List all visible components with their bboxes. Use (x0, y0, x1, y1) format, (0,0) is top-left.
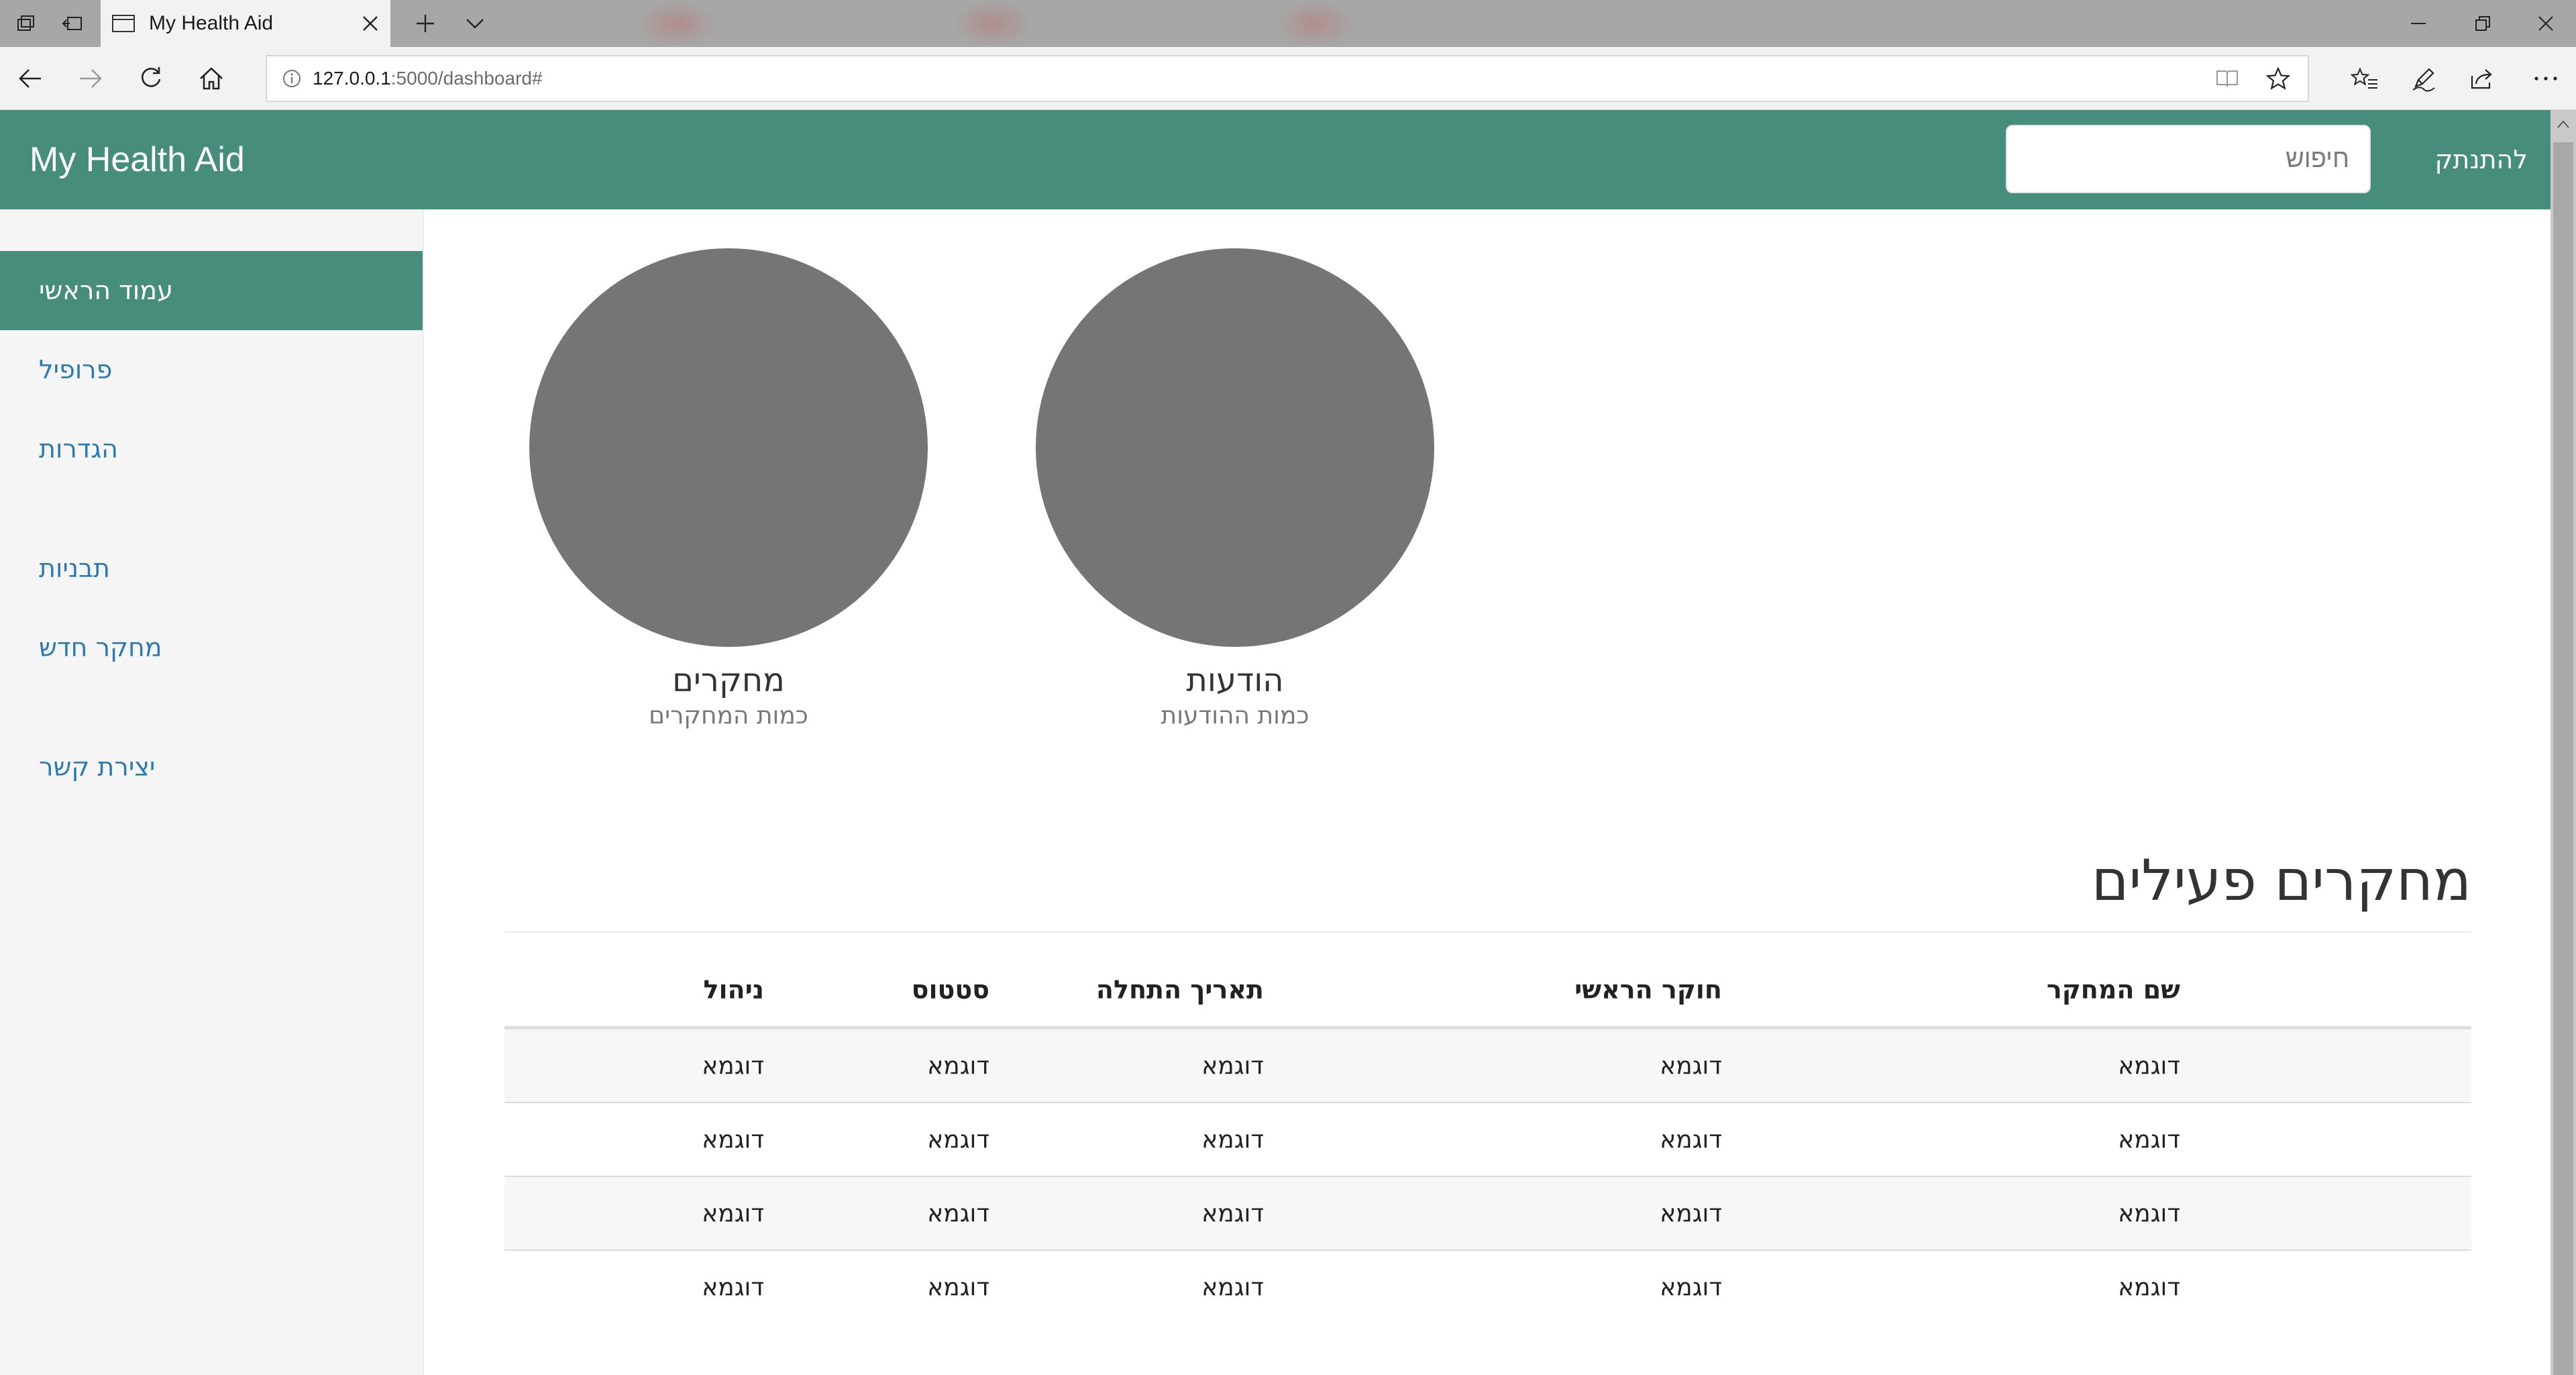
pen-icon[interactable] (2394, 47, 2454, 110)
reading-view-icon[interactable] (2215, 68, 2239, 89)
forward-arrow-icon[interactable] (60, 47, 121, 110)
stat-title: מחקרים (672, 662, 785, 699)
address-bar[interactable]: 127.0.0.1:5000/dashboard# (266, 55, 2309, 102)
cell-start-date: דוגמא (1201, 1126, 1264, 1154)
table-header-row: שם המחקר חוקר הראשי תאריך התחלה סטטוס ני… (504, 953, 2471, 1028)
url-text[interactable]: 127.0.0.1:5000/dashboard# (313, 68, 543, 89)
more-options-icon[interactable] (2516, 47, 2576, 110)
section-divider (504, 931, 2471, 933)
new-tab-icon[interactable] (407, 0, 444, 47)
set-tabs-aside-icon[interactable] (54, 0, 91, 47)
tab-title: My Health Aid (149, 12, 274, 34)
sidebar-item-new-research[interactable]: מחקר חדש (0, 608, 423, 687)
sidebar-item-templates[interactable]: תבניות (0, 529, 423, 608)
column-header-status: סטטוס (911, 975, 989, 1005)
browser-tab-strip: My Health Aid (0, 0, 2576, 47)
stat-researches: מחקרים כמות המחקרים (527, 248, 930, 733)
search-input[interactable] (2006, 125, 2371, 193)
page-scrollbar[interactable] (2551, 110, 2576, 1375)
minimize-icon[interactable] (2388, 0, 2449, 47)
cell-name: דוגמא (2118, 1200, 2180, 1227)
stat-subtitle: כמות ההודעות (1161, 702, 1309, 729)
table-row: דוגמא דוגמא דוגמא דוגמא דוגמא (504, 1250, 2471, 1323)
restore-icon[interactable] (2453, 0, 2513, 47)
site-info-icon[interactable] (282, 68, 302, 89)
stat-circle-image (1036, 248, 1434, 647)
cell-lead-researcher: דוגמא (1660, 1126, 1722, 1154)
stat-title: הודעות (1186, 662, 1284, 699)
url-host: 127.0.0.1 (313, 68, 391, 89)
url-path: :5000/dashboard# (390, 68, 543, 89)
browser-toolbar: 127.0.0.1:5000/dashboard# (0, 47, 2576, 110)
cell-start-date: דוגמא (1201, 1200, 1264, 1227)
back-arrow-icon[interactable] (0, 47, 60, 110)
sidebar-item-settings[interactable]: הגדרות (0, 409, 423, 489)
sidebar-item-profile[interactable]: פרופיל (0, 330, 423, 409)
cell-management[interactable]: דוגמא (702, 1103, 764, 1177)
sidebar: עמוד הראשי פרופיל הגדרות תבניות מחקר חדש… (0, 209, 424, 1375)
section-title: מחקרים פעילים (2091, 848, 2471, 913)
home-icon[interactable] (181, 47, 241, 110)
cell-start-date: דוגמא (1201, 1052, 1264, 1080)
sidebar-item-contact[interactable]: יצירת קשר (0, 727, 423, 807)
column-header-lead-researcher: חוקר הראשי (1574, 975, 1722, 1005)
stat-messages: הודעות כמות ההודעות (1034, 248, 1436, 733)
signout-link[interactable]: להתנתק (2434, 110, 2528, 209)
refresh-icon[interactable] (121, 47, 181, 110)
active-researches-table: שם המחקר חוקר הראשי תאריך התחלה סטטוס ני… (504, 953, 2471, 1323)
share-icon[interactable] (2453, 47, 2513, 110)
stat-subtitle: כמות המחקרים (649, 702, 808, 729)
stat-circle-image (529, 248, 928, 647)
cell-name: דוגמא (2118, 1274, 2180, 1301)
app-navbar: My Health Aid להתנתק (0, 110, 2551, 209)
scroll-up-icon[interactable] (2557, 119, 2570, 129)
scrollbar-thumb[interactable] (2553, 142, 2573, 1375)
column-header-management: ניהול (703, 975, 764, 1005)
cell-name: דוגמא (2118, 1052, 2180, 1080)
cell-status: דוגמא (927, 1274, 989, 1301)
favorites-list-icon[interactable] (2334, 47, 2395, 110)
cell-lead-researcher: דוגמא (1660, 1274, 1722, 1301)
sidebar-item-home[interactable]: עמוד הראשי (0, 251, 423, 330)
cell-management[interactable]: דוגמא (702, 1029, 764, 1103)
tab-list-chevron-down-icon[interactable] (456, 0, 494, 47)
cell-status: דוגמא (927, 1052, 989, 1080)
cell-status: דוגמא (927, 1200, 989, 1227)
cell-lead-researcher: דוגמא (1660, 1200, 1722, 1227)
table-row: דוגמא דוגמא דוגמא דוגמא דוגמא (504, 1028, 2471, 1102)
cell-management[interactable]: דוגמא (702, 1251, 764, 1325)
cell-lead-researcher: דוגמא (1660, 1052, 1722, 1080)
cell-start-date: דוגמא (1201, 1274, 1264, 1301)
close-tab-icon[interactable] (350, 15, 390, 32)
table-row: דוגמא דוגמא דוגמא דוגמא דוגמא (504, 1102, 2471, 1176)
cell-name: דוגמא (2118, 1126, 2180, 1154)
favorite-star-icon[interactable] (2266, 66, 2290, 91)
cell-management[interactable]: דוגמא (702, 1177, 764, 1251)
column-header-name: שם המחקר (2046, 975, 2180, 1005)
column-header-start-date: תאריך התחלה (1095, 975, 1264, 1005)
cell-status: דוגמא (927, 1126, 989, 1154)
brand-logo[interactable]: My Health Aid (30, 110, 245, 209)
page-icon (111, 13, 136, 34)
tab-actions-icon[interactable] (7, 0, 44, 47)
browser-tab[interactable]: My Health Aid (101, 0, 390, 47)
table-row: דוגמא דוגמא דוגמא דוגמא דוגמא (504, 1176, 2471, 1250)
close-window-icon[interactable] (2516, 0, 2576, 47)
